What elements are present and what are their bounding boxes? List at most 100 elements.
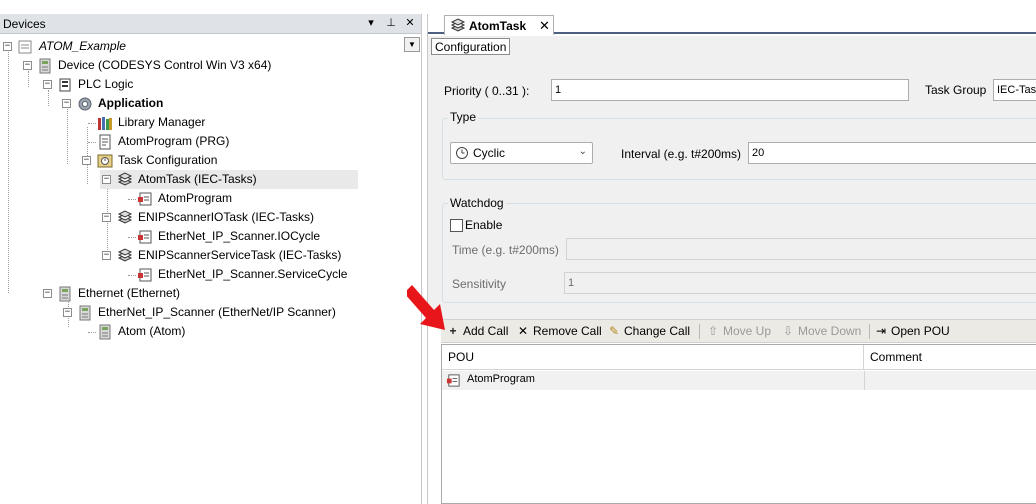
tree-item-label: Task Configuration (118, 153, 218, 167)
devices-panel-header: Devices ▾ ⊥ ✕ (0, 14, 421, 34)
tree-item-label: AtomTask (IEC-Tasks) (138, 172, 257, 186)
tree-item-atom[interactable]: Atom (Atom) (0, 322, 360, 341)
gear-icon (78, 97, 92, 111)
tree-item-library-manager[interactable]: Library Manager (0, 113, 360, 132)
tree-item-iocycle[interactable]: EtherNet_IP_Scanner.IOCycle (0, 227, 360, 246)
task-icon (117, 172, 133, 186)
collapse-icon[interactable]: − (102, 213, 111, 222)
clock-icon (456, 147, 468, 159)
tree-item-label: Atom (Atom) (118, 324, 186, 338)
tree-item-label: Application (98, 96, 164, 110)
add-call-label: Add Call (463, 324, 509, 338)
type-group-title: Type (448, 110, 479, 124)
editor-tab-strip: AtomTask ✕ (428, 14, 1036, 35)
devices-panel: Devices ▾ ⊥ ✕ ▼ − ATOM_Example − Device … (0, 14, 422, 504)
column-header-comment[interactable]: Comment (864, 345, 1036, 370)
task-icon (117, 210, 133, 224)
move-up-button[interactable]: ⇧ Move Up (706, 324, 771, 340)
program-call-icon (446, 374, 460, 387)
task-group-label: Task Group (925, 83, 987, 97)
tree-item-label: ENIPScannerIOTask (IEC-Tasks) (138, 210, 315, 224)
tab-configuration[interactable]: Configuration (431, 38, 511, 55)
tree-item-application[interactable]: − Application (0, 94, 360, 113)
watchdog-enable-label: Enable (465, 218, 503, 232)
tree-item-ethernet[interactable]: − Ethernet (Ethernet) (0, 284, 360, 303)
remove-call-button[interactable]: ✕ Remove Call (516, 324, 602, 340)
tree-item-label: Ethernet (Ethernet) (78, 286, 181, 300)
tree-item-ethernet-ip-scanner[interactable]: − EtherNet_IP_Scanner (EtherNet/IP Scann… (0, 303, 360, 322)
collapse-icon[interactable]: − (62, 99, 71, 108)
sensitivity-label: Sensitivity (452, 277, 507, 291)
tree-item-label: AtomProgram (158, 191, 233, 205)
remove-x-icon: ✕ (517, 324, 529, 338)
chevron-down-icon[interactable]: ▼ (404, 37, 420, 52)
tree-item-label: ENIPScannerServiceTask (IEC-Tasks) (138, 248, 342, 262)
tree-item-label: EtherNet_IP_Scanner (EtherNet/IP Scanner… (98, 305, 336, 319)
pou-grid: POU Comment AtomProgram (441, 344, 1036, 504)
tree-item-atomprogram-call[interactable]: AtomProgram (0, 189, 360, 208)
toolbar-separator (869, 324, 870, 339)
interval-label: Interval (e.g. t#200ms) (621, 147, 742, 161)
device-icon (79, 305, 91, 321)
type-selected-value: Cyclic (473, 146, 505, 160)
type-dropdown[interactable]: Cyclic ⌄ (450, 142, 593, 164)
move-down-label: Move Down (798, 324, 862, 338)
collapse-icon[interactable]: − (3, 42, 12, 51)
collapse-icon[interactable]: − (23, 61, 32, 70)
collapse-icon[interactable]: − (102, 251, 111, 260)
watchdog-enable-checkbox[interactable] (450, 219, 463, 232)
device-icon (39, 58, 51, 74)
priority-input[interactable] (551, 79, 909, 101)
tab-atomtask[interactable]: AtomTask ✕ (444, 15, 554, 35)
task-configuration-icon (97, 154, 113, 168)
task-group-input[interactable] (993, 79, 1036, 101)
tree-item-label: EtherNet_IP_Scanner.ServiceCycle (158, 267, 348, 281)
close-tab-icon[interactable]: ✕ (539, 18, 550, 34)
device-icon (59, 286, 71, 302)
close-panel-icon[interactable]: ✕ (403, 16, 417, 29)
program-call-icon (138, 268, 152, 282)
arrow-down-icon: ⇩ (782, 324, 794, 338)
pin-icon[interactable]: ⊥ (384, 16, 398, 29)
move-down-button[interactable]: ⇩ Move Down (781, 324, 861, 340)
watchdog-group-title: Watchdog (448, 196, 506, 210)
column-header-pou[interactable]: POU (442, 345, 864, 370)
open-pou-label: Open POU (891, 324, 950, 338)
arrow-up-icon: ⇧ (707, 324, 719, 338)
tree-item-device[interactable]: − Device (CODESYS Control Win V3 x64) (0, 56, 360, 75)
tree-item-task-configuration[interactable]: − Task Configuration (0, 151, 360, 170)
open-pou-button[interactable]: ⇥ Open POU (874, 324, 950, 340)
program-icon (99, 134, 111, 150)
program-call-icon (138, 192, 152, 206)
priority-label: Priority ( 0..31 ): (444, 84, 530, 98)
tree-item-atomtask[interactable]: − AtomTask (IEC-Tasks) (100, 170, 358, 189)
tree-item-label: AtomProgram (PRG) (118, 134, 230, 148)
annotation-arrow-icon (407, 285, 445, 330)
tree-item-enipscanneriotask[interactable]: − ENIPScannerIOTask (IEC-Tasks) (0, 208, 360, 227)
tree-item-enipscannerservicetask[interactable]: − ENIPScannerServiceTask (IEC-Tasks) (0, 246, 360, 265)
tree-item-atom-example[interactable]: − ATOM_Example (0, 37, 360, 56)
toolbar-separator (699, 324, 700, 339)
panel-dropdown-icon[interactable]: ▾ (364, 16, 378, 29)
change-call-button[interactable]: ✎ Change Call (607, 324, 690, 340)
tree-item-atomprogram-prg[interactable]: AtomProgram (PRG) (0, 132, 360, 151)
collapse-icon[interactable]: − (82, 156, 91, 165)
interval-input[interactable] (748, 142, 1036, 164)
task-icon (117, 248, 133, 262)
remove-call-label: Remove Call (533, 324, 602, 338)
table-row[interactable]: AtomProgram (442, 371, 1036, 390)
collapse-icon[interactable]: − (63, 308, 72, 317)
collapse-icon[interactable]: − (43, 80, 52, 89)
tree-item-plc-logic[interactable]: − PLC Logic (0, 75, 360, 94)
collapse-icon[interactable]: − (102, 175, 111, 184)
collapse-icon[interactable]: − (43, 289, 52, 298)
library-icon (98, 117, 112, 130)
add-call-button[interactable]: + Add Call (446, 324, 508, 340)
device-icon (99, 324, 111, 340)
tree-item-servicecycle[interactable]: EtherNet_IP_Scanner.ServiceCycle (0, 265, 360, 284)
call-toolbar: + Add Call ✕ Remove Call ✎ Change Call ⇧ Mov… (441, 319, 1036, 343)
tree-item-label: ATOM_Example (39, 39, 126, 53)
watchdog-time-input (566, 238, 1036, 260)
change-call-label: Change Call (624, 324, 691, 338)
devices-panel-title: Devices (3, 17, 46, 31)
